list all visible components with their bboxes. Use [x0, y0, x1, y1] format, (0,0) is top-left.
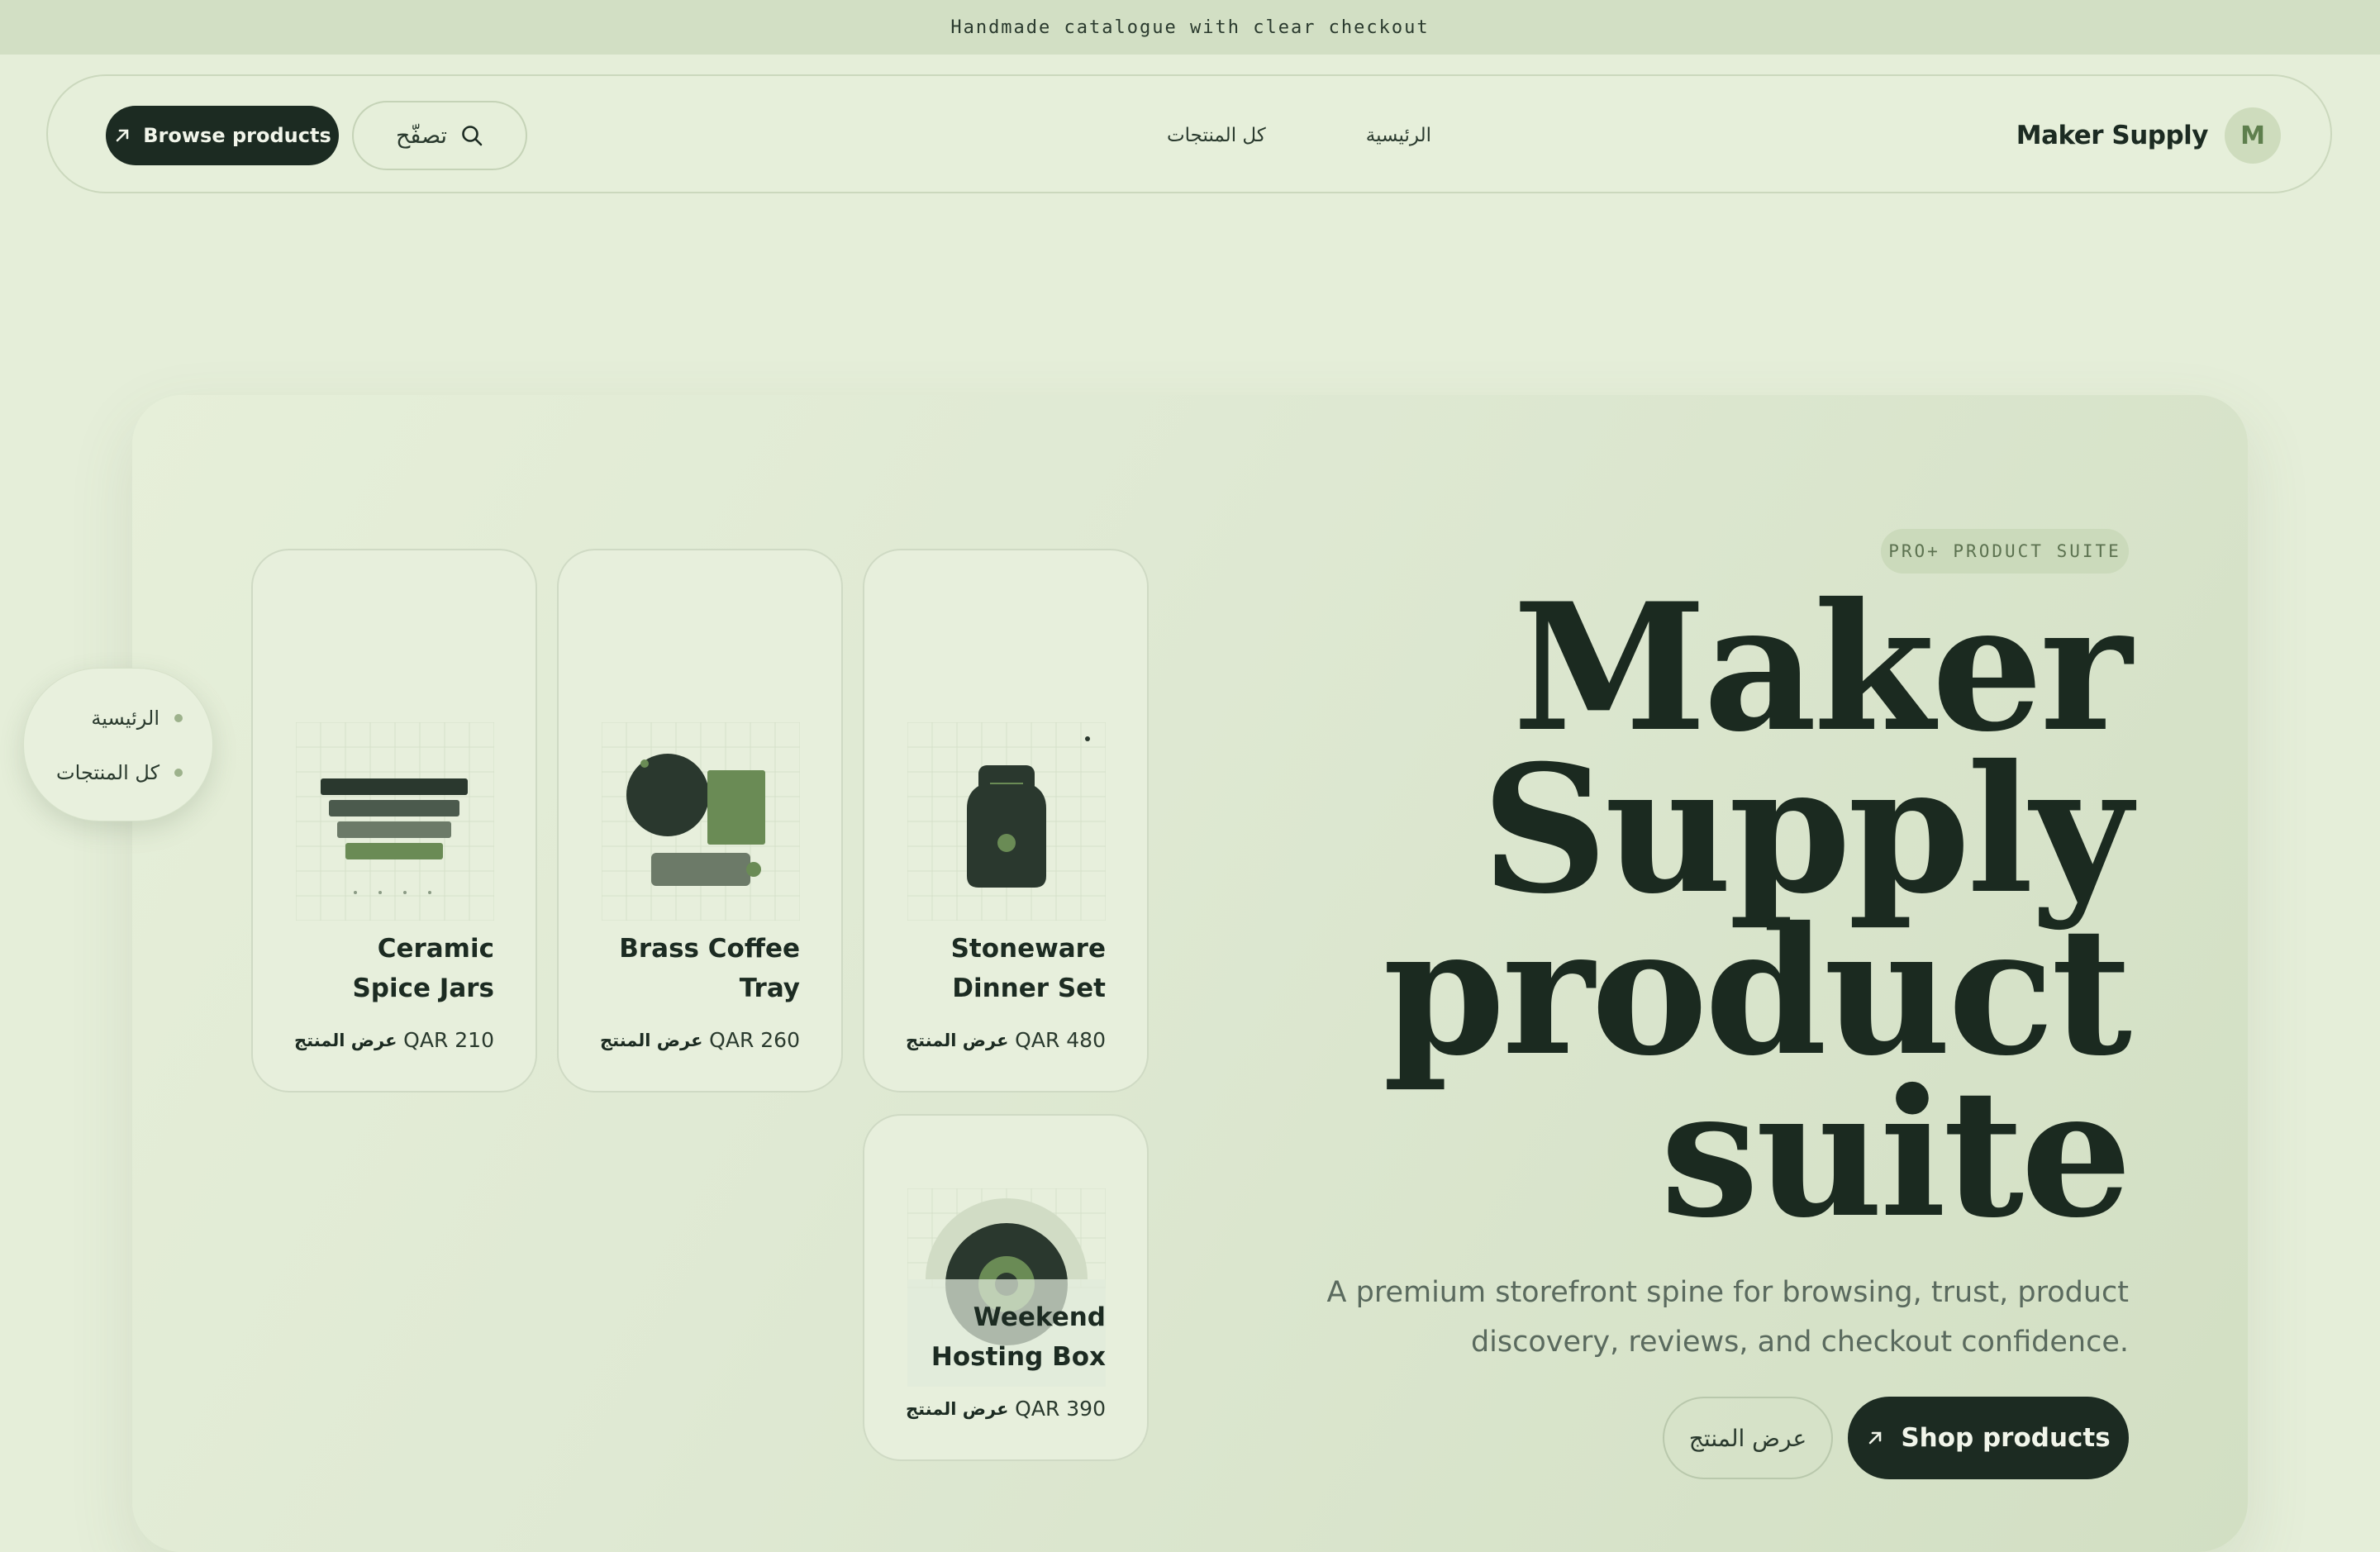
hero-headline: Maker Supply product suite [1220, 564, 2133, 1256]
coffee-tray-illustration [602, 722, 800, 921]
product-title: Weekend Hosting Box [931, 1302, 1106, 1372]
side-nav-home[interactable]: الرئيسية [91, 707, 183, 730]
headline-line-2: Supply [1481, 726, 2132, 932]
view-product-link[interactable]: عرض المنتج [600, 1031, 702, 1050]
top-navigation: Browse products تصفّح كل المنتجات الرئيس… [46, 74, 2332, 193]
product-card-ceramic-spice-jars[interactable]: Ceramic Spice Jars عرض المنتج QAR 210 [251, 549, 537, 1093]
side-nav-all-products-label: كل المنتجات [56, 761, 159, 784]
browse-products-label: Browse products [143, 124, 331, 147]
nav-link-home[interactable]: الرئيسية [1366, 125, 1431, 146]
search-label: تصفّح [395, 122, 447, 149]
product-meta: عرض المنتج QAR 260 [600, 1028, 800, 1052]
announcement-text: Handmade catalogue with clear checkout [950, 17, 1430, 38]
product-card-brass-coffee-tray[interactable]: Brass Coffee Tray عرض المنتج QAR 260 [557, 549, 843, 1093]
badge-label: PRO+ PRODUCT SUITE [1888, 541, 2121, 561]
bullet-icon [174, 769, 183, 777]
brand-logo[interactable]: Maker Supply M [2016, 106, 2281, 165]
brand-avatar: M [2225, 107, 2281, 164]
view-product-label: عرض المنتج [1688, 1424, 1807, 1452]
nav-link-all-products[interactable]: كل المنتجات [1167, 125, 1266, 146]
product-card-stoneware-dinner-set[interactable]: Stoneware Dinner Set عرض المنتج QAR 480 [863, 549, 1149, 1093]
announcement-bar: Handmade catalogue with clear checkout [0, 0, 2380, 55]
side-quick-nav: الرئيسية كل المنتجات [23, 668, 213, 821]
primary-nav-links: كل المنتجات الرئيسية [1167, 119, 1431, 152]
product-price: QAR 260 [709, 1028, 800, 1052]
product-title: Stoneware Dinner Set [950, 934, 1106, 1003]
product-price: QAR 390 [1015, 1397, 1106, 1421]
side-nav-all-products[interactable]: كل المنتجات [56, 761, 183, 784]
product-meta: عرض المنتج QAR 210 [294, 1028, 494, 1052]
product-meta: عرض المنتج QAR 390 [906, 1397, 1106, 1421]
arrow-up-right-icon [116, 129, 129, 142]
headline-line-4: suite [1660, 1050, 2132, 1256]
headline-line-3: product [1383, 888, 2132, 1094]
search-icon [462, 126, 483, 146]
view-product-link[interactable]: عرض المنتج [294, 1031, 397, 1050]
spice-jars-illustration [296, 722, 494, 921]
view-product-button[interactable]: عرض المنتج [1663, 1397, 1833, 1479]
headline-line-1: Maker [1512, 564, 2133, 770]
product-title: Ceramic Spice Jars [352, 934, 494, 1003]
browse-products-button[interactable]: Browse products [106, 106, 339, 165]
product-title: Brass Coffee Tray [619, 934, 800, 1003]
dinner-set-illustration [907, 722, 1106, 921]
hero-subcopy: A premium storefront spine for browsing,… [1326, 1276, 2129, 1359]
shop-products-label: Shop products [1901, 1423, 2111, 1453]
product-price: QAR 210 [403, 1028, 494, 1052]
search-button[interactable]: تصفّح [352, 101, 527, 170]
view-product-link[interactable]: عرض المنتج [906, 1399, 1008, 1419]
side-nav-home-label: الرئيسية [91, 707, 159, 730]
bullet-icon [174, 714, 183, 722]
product-price: QAR 480 [1015, 1028, 1106, 1052]
product-meta: عرض المنتج QAR 480 [906, 1028, 1106, 1052]
product-card-weekend-hosting-box[interactable]: Weekend Hosting Box عرض المنتج QAR 390 [863, 1114, 1149, 1461]
brand-name: Maker Supply [2016, 121, 2209, 150]
arrow-up-right-icon [1869, 1431, 1882, 1445]
shop-products-button[interactable]: Shop products [1848, 1397, 2129, 1479]
view-product-link[interactable]: عرض المنتج [906, 1031, 1008, 1050]
